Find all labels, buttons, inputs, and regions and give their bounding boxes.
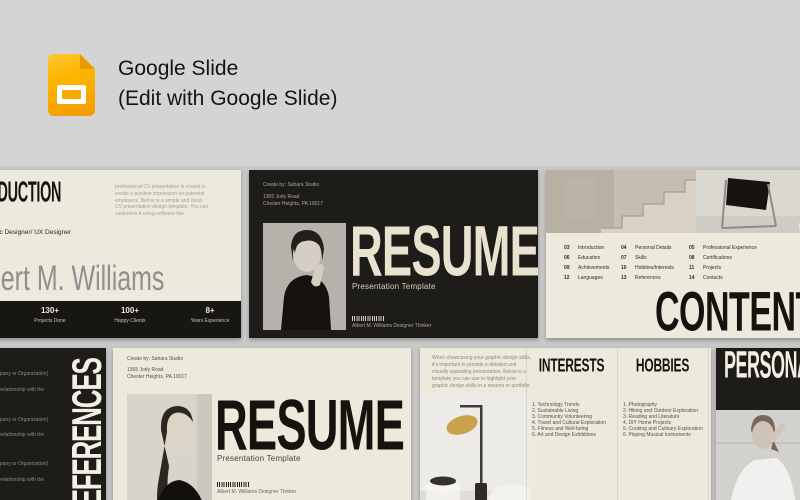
- reference-entry-2-line-2: relationship with the: [0, 432, 44, 439]
- cover-light-address-1: 1365 Jody Road: [127, 367, 163, 374]
- references-title: REFERENCES: [72, 348, 102, 500]
- slide-content: 03Introduction 06Education 09Achievement…: [546, 170, 800, 338]
- cover-dark-created-by: Create by: Sahara Studio: [263, 182, 319, 189]
- chair-photo: [696, 170, 800, 233]
- content-item: 10Hobbies/Interests: [621, 265, 674, 275]
- cover-dark-barcode: [352, 316, 384, 321]
- content-list-column-2: 04Personal Details 07Skills 10Hobbies/In…: [621, 245, 674, 285]
- reference-entry-1-line-1: pany or Organization]: [0, 371, 48, 378]
- lamp-photo: [420, 395, 530, 500]
- slide-personal: PERSONAL: [716, 348, 800, 500]
- slide-interests-hobbies: When showcasing your graphic design skil…: [420, 348, 711, 500]
- hobbies-title: HOBBIES: [617, 356, 708, 375]
- cover-dark-portrait-photo: [263, 223, 346, 330]
- stat-projects-label: Projects Done: [8, 318, 92, 324]
- interest-item: 6. Art and Design Exhibitions: [532, 433, 614, 439]
- content-item: 04Personal Details: [621, 245, 674, 255]
- personal-title: PERSONAL: [724, 348, 800, 384]
- cover-dark-title: RESUME: [350, 216, 538, 287]
- content-list-column-1: 03Introduction 06Education 09Achievement…: [564, 245, 609, 285]
- interests-paragraph: When showcasing your graphic design skil…: [432, 355, 532, 390]
- content-item: 03Introduction: [564, 245, 609, 255]
- stat-experience-label: Years Experience: [168, 318, 241, 324]
- reference-entry-3-line-2: relationship with the: [0, 477, 44, 484]
- slide-introduction: INTRODUCTION professional CV presentatio…: [0, 170, 241, 338]
- google-slides-icon-frame: [57, 85, 86, 104]
- content-item: 12Languages: [564, 275, 609, 285]
- content-list-column-3: 05Professional Experience 08Certificatio…: [689, 245, 757, 285]
- content-item: 06Education: [564, 255, 609, 265]
- personal-photo: [716, 410, 800, 500]
- cover-light-address-2: Chester Heights, PA 19017: [127, 374, 187, 381]
- content-item: 07Skills: [621, 255, 674, 265]
- slide-references: pany or Organization] relationship with …: [0, 348, 106, 500]
- google-slides-icon: [48, 54, 95, 116]
- content-item: 11Projects: [689, 265, 757, 275]
- cover-dark-subtitle: Presentation Template: [352, 282, 436, 291]
- cover-light-subtitle: Presentation Template: [217, 454, 301, 463]
- intro-role: Graphic Designer/ UX Designer: [0, 229, 71, 236]
- cover-dark-address-1: 1365 Jody Road: [263, 194, 299, 201]
- column-divider: [708, 348, 709, 500]
- intro-name: Robert M. Williams: [0, 258, 164, 299]
- header-product-name: Google Slide: [118, 57, 238, 81]
- stat-experience: 8+ Years Experience: [168, 307, 241, 324]
- stat-clients: 100+ Happy Clients: [88, 307, 172, 324]
- stairs-photo: [546, 170, 696, 233]
- intro-paragraph: professional CV presentation is crucial …: [115, 184, 210, 218]
- cover-light-title: RESUME: [215, 390, 404, 461]
- reference-entry-1-line-2: relationship with the: [0, 387, 44, 394]
- cover-dark-credit: Albert M. Williams Designer Thinker: [352, 323, 431, 330]
- header: Google Slide (Edit with Google Slide): [0, 0, 800, 166]
- content-item: 09Achievements: [564, 265, 609, 275]
- stat-experience-value: 8+: [168, 307, 241, 316]
- intro-stats-bar: 130+ Projects Done 100+ Happy Clients 8+…: [0, 301, 241, 338]
- stat-clients-value: 100+: [88, 307, 172, 316]
- stat-projects: 130+ Projects Done: [8, 307, 92, 324]
- reference-entry-3-line-1: pany or Organization]: [0, 461, 48, 468]
- reference-entry-2-line-1: pany or Organization]: [0, 417, 48, 424]
- stat-projects-value: 130+: [8, 307, 92, 316]
- interests-list: 1. Technology Trends 2. Sustainable Livi…: [532, 403, 614, 438]
- intro-title: INTRODUCTION: [0, 180, 61, 209]
- cover-light-portrait-photo: [127, 394, 212, 500]
- content-title: CONTENT: [655, 285, 800, 338]
- content-item: 05Professional Experience: [689, 245, 757, 255]
- template-preview-canvas: Google Slide (Edit with Google Slide) IN…: [0, 0, 800, 500]
- slide-cover-dark: Create by: Sahara Studio 1365 Jody Road …: [249, 170, 538, 338]
- content-item: 08Certifications: [689, 255, 757, 265]
- hobby-item: 6. Playing Musical Instruments: [623, 433, 705, 439]
- hobbies-list: 1. Photography 2. Hiking and Outdoor Exp…: [623, 403, 705, 438]
- stat-clients-label: Happy Clients: [88, 318, 172, 324]
- cover-light-created-by: Create by: Sahara Studio: [127, 356, 183, 363]
- slide-cover-light: Create by: Sahara Studio 1365 Jody Road …: [113, 348, 411, 500]
- cover-dark-address-2: Chester Heights, PA 19017: [263, 201, 323, 208]
- cover-light-credit: Albert M. Williams Designer Thinker: [217, 489, 296, 496]
- cover-light-barcode: [217, 482, 249, 487]
- interests-title: INTERESTS: [526, 356, 617, 375]
- header-subtitle: (Edit with Google Slide): [118, 87, 337, 111]
